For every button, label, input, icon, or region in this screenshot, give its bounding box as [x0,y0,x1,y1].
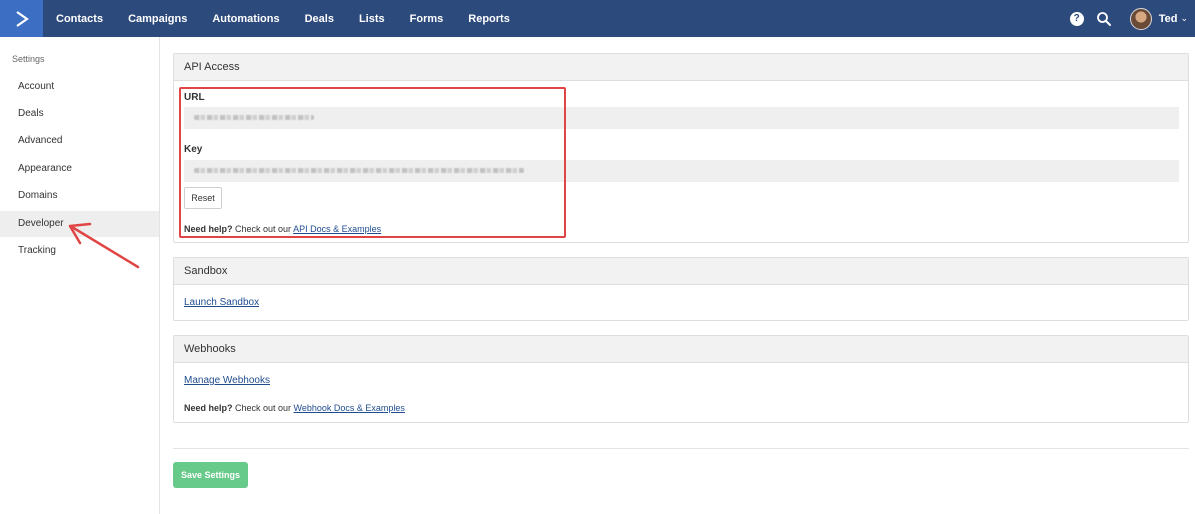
url-label: URL [184,92,205,103]
nav-deals[interactable]: Deals [305,13,334,25]
nav-contacts[interactable]: Contacts [56,13,103,25]
api-access-panel: API Access URL Key Reset Need help? Chec… [173,53,1189,243]
settings-sidebar: Settings Account Deals Advanced Appearan… [0,37,160,514]
sidebar-item-domains[interactable]: Domains [0,183,159,209]
webhook-help-middle: Check out our [232,403,294,413]
nav-forms[interactable]: Forms [410,13,444,25]
url-value-redacted [194,115,314,120]
webhook-docs-link[interactable]: Webhook Docs & Examples [294,403,405,413]
api-help-text: Need help? Check out our API Docs & Exam… [184,224,381,234]
sidebar-item-developer[interactable]: Developer [0,211,159,237]
key-field[interactable] [184,160,1179,182]
top-right-controls: ? Ted ⌄ [1069,0,1195,37]
launch-sandbox-link[interactable]: Launch Sandbox [184,297,259,308]
nav-automations[interactable]: Automations [212,13,279,25]
divider [173,448,1189,449]
sidebar-item-appearance[interactable]: Appearance [0,156,159,182]
top-navigation-bar: Contacts Campaigns Automations Deals Lis… [0,0,1195,37]
nav-lists[interactable]: Lists [359,13,385,25]
webhook-help-prefix: Need help? [184,403,233,413]
avatar[interactable] [1129,7,1152,30]
nav-campaigns[interactable]: Campaigns [128,13,187,25]
key-label: Key [184,144,203,155]
webhook-help-text: Need help? Check out our Webhook Docs & … [184,403,405,413]
save-settings-button[interactable]: Save Settings [173,462,248,488]
reset-button[interactable]: Reset [184,187,222,209]
sidebar-item-tracking[interactable]: Tracking [0,238,159,264]
main-nav: Contacts Campaigns Automations Deals Lis… [56,0,535,37]
sidebar-item-deals[interactable]: Deals [0,101,159,127]
sidebar-item-account[interactable]: Account [0,74,159,100]
url-field[interactable] [184,107,1179,129]
search-icon[interactable] [1096,11,1112,27]
sandbox-panel: Sandbox Launch Sandbox [173,257,1189,321]
webhooks-panel: Webhooks Manage Webhooks Need help? Chec… [173,335,1189,423]
api-help-middle: Check out our [232,224,294,234]
nav-reports[interactable]: Reports [468,13,510,25]
user-name[interactable]: Ted [1159,13,1178,25]
manage-webhooks-link[interactable]: Manage Webhooks [184,375,270,386]
sandbox-title: Sandbox [174,258,1188,285]
logo-icon[interactable] [0,0,43,37]
sidebar-heading: Settings [12,54,45,64]
api-help-prefix: Need help? [184,224,233,234]
help-icon[interactable]: ? [1069,11,1084,26]
api-docs-link[interactable]: API Docs & Examples [293,224,381,234]
sidebar-item-advanced[interactable]: Advanced [0,128,159,154]
key-value-redacted [194,168,524,173]
api-access-title: API Access [174,54,1188,81]
webhooks-title: Webhooks [174,336,1188,363]
chevron-down-icon[interactable]: ⌄ [1180,13,1188,24]
